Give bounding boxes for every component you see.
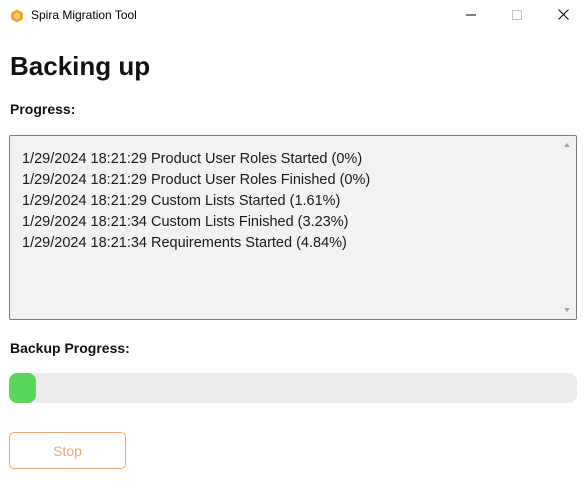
close-icon: [557, 7, 569, 25]
minimize-button[interactable]: [448, 0, 494, 32]
maximize-button[interactable]: [494, 0, 540, 32]
spira-hexagon-icon: [10, 9, 24, 23]
log-line: 1/29/2024 18:21:34 Requirements Started …: [22, 235, 347, 251]
backup-progress-label: Backup Progress:: [10, 340, 130, 356]
close-button[interactable]: [540, 0, 586, 32]
log-line: 1/29/2024 18:21:29 Product User Roles Fi…: [22, 172, 371, 188]
window-title: Spira Migration Tool: [31, 8, 137, 22]
stop-button[interactable]: Stop: [9, 432, 126, 469]
log-lines: 1/29/2024 18:21:29 Product User Roles St…: [22, 149, 370, 254]
log-line: 1/29/2024 18:21:29 Custom Lists Started …: [22, 193, 341, 209]
maximize-icon: [512, 7, 522, 25]
log-line: 1/29/2024 18:21:29 Product User Roles St…: [22, 151, 363, 167]
log-scrollbar[interactable]: [559, 136, 576, 319]
scroll-up-arrow-icon[interactable]: [564, 143, 570, 147]
progress-log[interactable]: 1/29/2024 18:21:29 Product User Roles St…: [9, 135, 577, 320]
log-line: 1/29/2024 18:21:34 Custom Lists Finished…: [22, 214, 349, 230]
minimize-icon: [466, 7, 476, 25]
title-bar: Spira Migration Tool: [0, 0, 586, 32]
progress-label: Progress:: [10, 101, 76, 117]
backup-progress-bar: [9, 373, 577, 403]
scroll-down-arrow-icon[interactable]: [564, 308, 570, 312]
page-title: Backing up: [10, 51, 151, 81]
backup-progress-fill: [9, 373, 37, 403]
